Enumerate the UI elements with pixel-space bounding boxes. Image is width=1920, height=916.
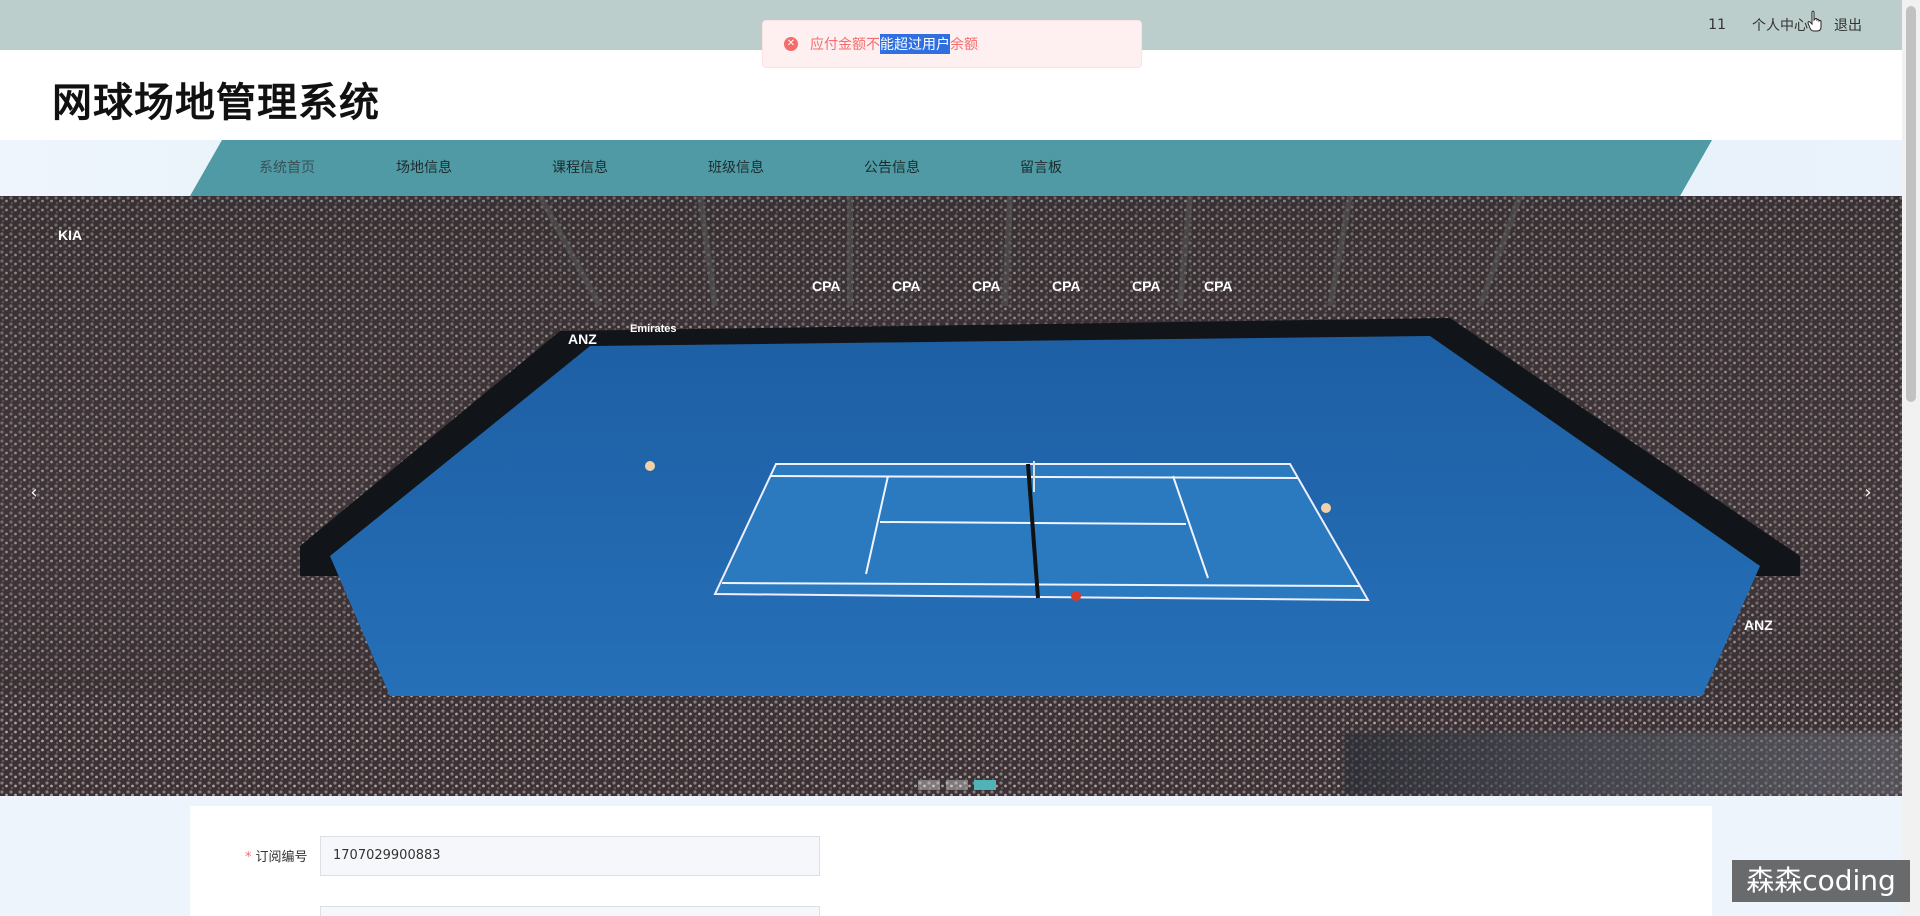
nav-item-venues[interactable]: 场地信息 bbox=[396, 140, 452, 196]
nav-item-notices[interactable]: 公告信息 bbox=[864, 140, 920, 196]
toast-text-after: 余额 bbox=[950, 37, 978, 53]
order-number-label: * 订阅编号 bbox=[245, 846, 308, 865]
carousel-dot[interactable] bbox=[918, 780, 940, 790]
nav-item-messages[interactable]: 留言板 bbox=[1020, 140, 1062, 196]
order-number-label-text: 订阅编号 bbox=[255, 850, 308, 865]
tennis-stadium-image: CPA CPA CPA CPA CPA CPA KIA ANZ ANZ Emir… bbox=[0, 196, 1902, 796]
board-text-1: CPA bbox=[812, 278, 841, 294]
board-text-3: CPA bbox=[972, 278, 1001, 294]
carousel-indicators bbox=[918, 780, 996, 790]
error-toast: ✕ 应付金额不 能超过用户 余额 bbox=[762, 20, 1142, 68]
chevron-left-icon: ‹ bbox=[30, 482, 38, 503]
nav-item-courses[interactable]: 课程信息 bbox=[552, 140, 608, 196]
board-text-4: CPA bbox=[1052, 278, 1081, 294]
profile-link[interactable]: 个人中心 bbox=[1752, 15, 1808, 35]
user-id: 11 bbox=[1708, 17, 1726, 33]
board-text-kia: KIA bbox=[58, 227, 82, 243]
hand-cursor-icon bbox=[1807, 10, 1822, 32]
logout-link[interactable]: 退出 bbox=[1834, 15, 1862, 35]
board-text-2: CPA bbox=[892, 278, 921, 294]
prev-slide-button[interactable]: ‹ bbox=[24, 480, 44, 506]
carousel-dot[interactable] bbox=[946, 780, 968, 790]
nav-item-classes[interactable]: 班级信息 bbox=[708, 140, 764, 196]
required-marker: * bbox=[245, 850, 252, 865]
next-form-input[interactable] bbox=[320, 906, 820, 916]
next-slide-button[interactable]: › bbox=[1858, 480, 1878, 506]
board-text-emirates: Emirates bbox=[630, 323, 676, 335]
board-text-anz-right: ANZ bbox=[1744, 617, 1773, 633]
carousel-dot-active[interactable] bbox=[974, 780, 996, 790]
toast-text-before: 应付金额不 bbox=[810, 37, 880, 53]
error-circle-icon: ✕ bbox=[784, 37, 798, 51]
order-number-input[interactable]: 1707029900883 bbox=[320, 836, 820, 876]
board-text-anz: ANZ bbox=[568, 331, 597, 347]
user-menu: 11 个人中心 退出 bbox=[1708, 0, 1862, 50]
toast-text-selected: 能超过用户 bbox=[880, 34, 950, 54]
watermark: 森森coding bbox=[1732, 860, 1910, 902]
site-title: 网球场地管理系统 bbox=[52, 80, 380, 126]
chevron-right-icon: › bbox=[1864, 482, 1872, 503]
banner-carousel[interactable]: CPA CPA CPA CPA CPA CPA KIA ANZ ANZ Emir… bbox=[0, 196, 1902, 796]
scrollbar-thumb[interactable] bbox=[1906, 6, 1916, 402]
board-text-6: CPA bbox=[1204, 278, 1233, 294]
blurred-overlay bbox=[1344, 732, 1902, 796]
nav-item-home[interactable]: 系统首页 bbox=[259, 140, 315, 196]
board-text-5: CPA bbox=[1132, 278, 1161, 294]
